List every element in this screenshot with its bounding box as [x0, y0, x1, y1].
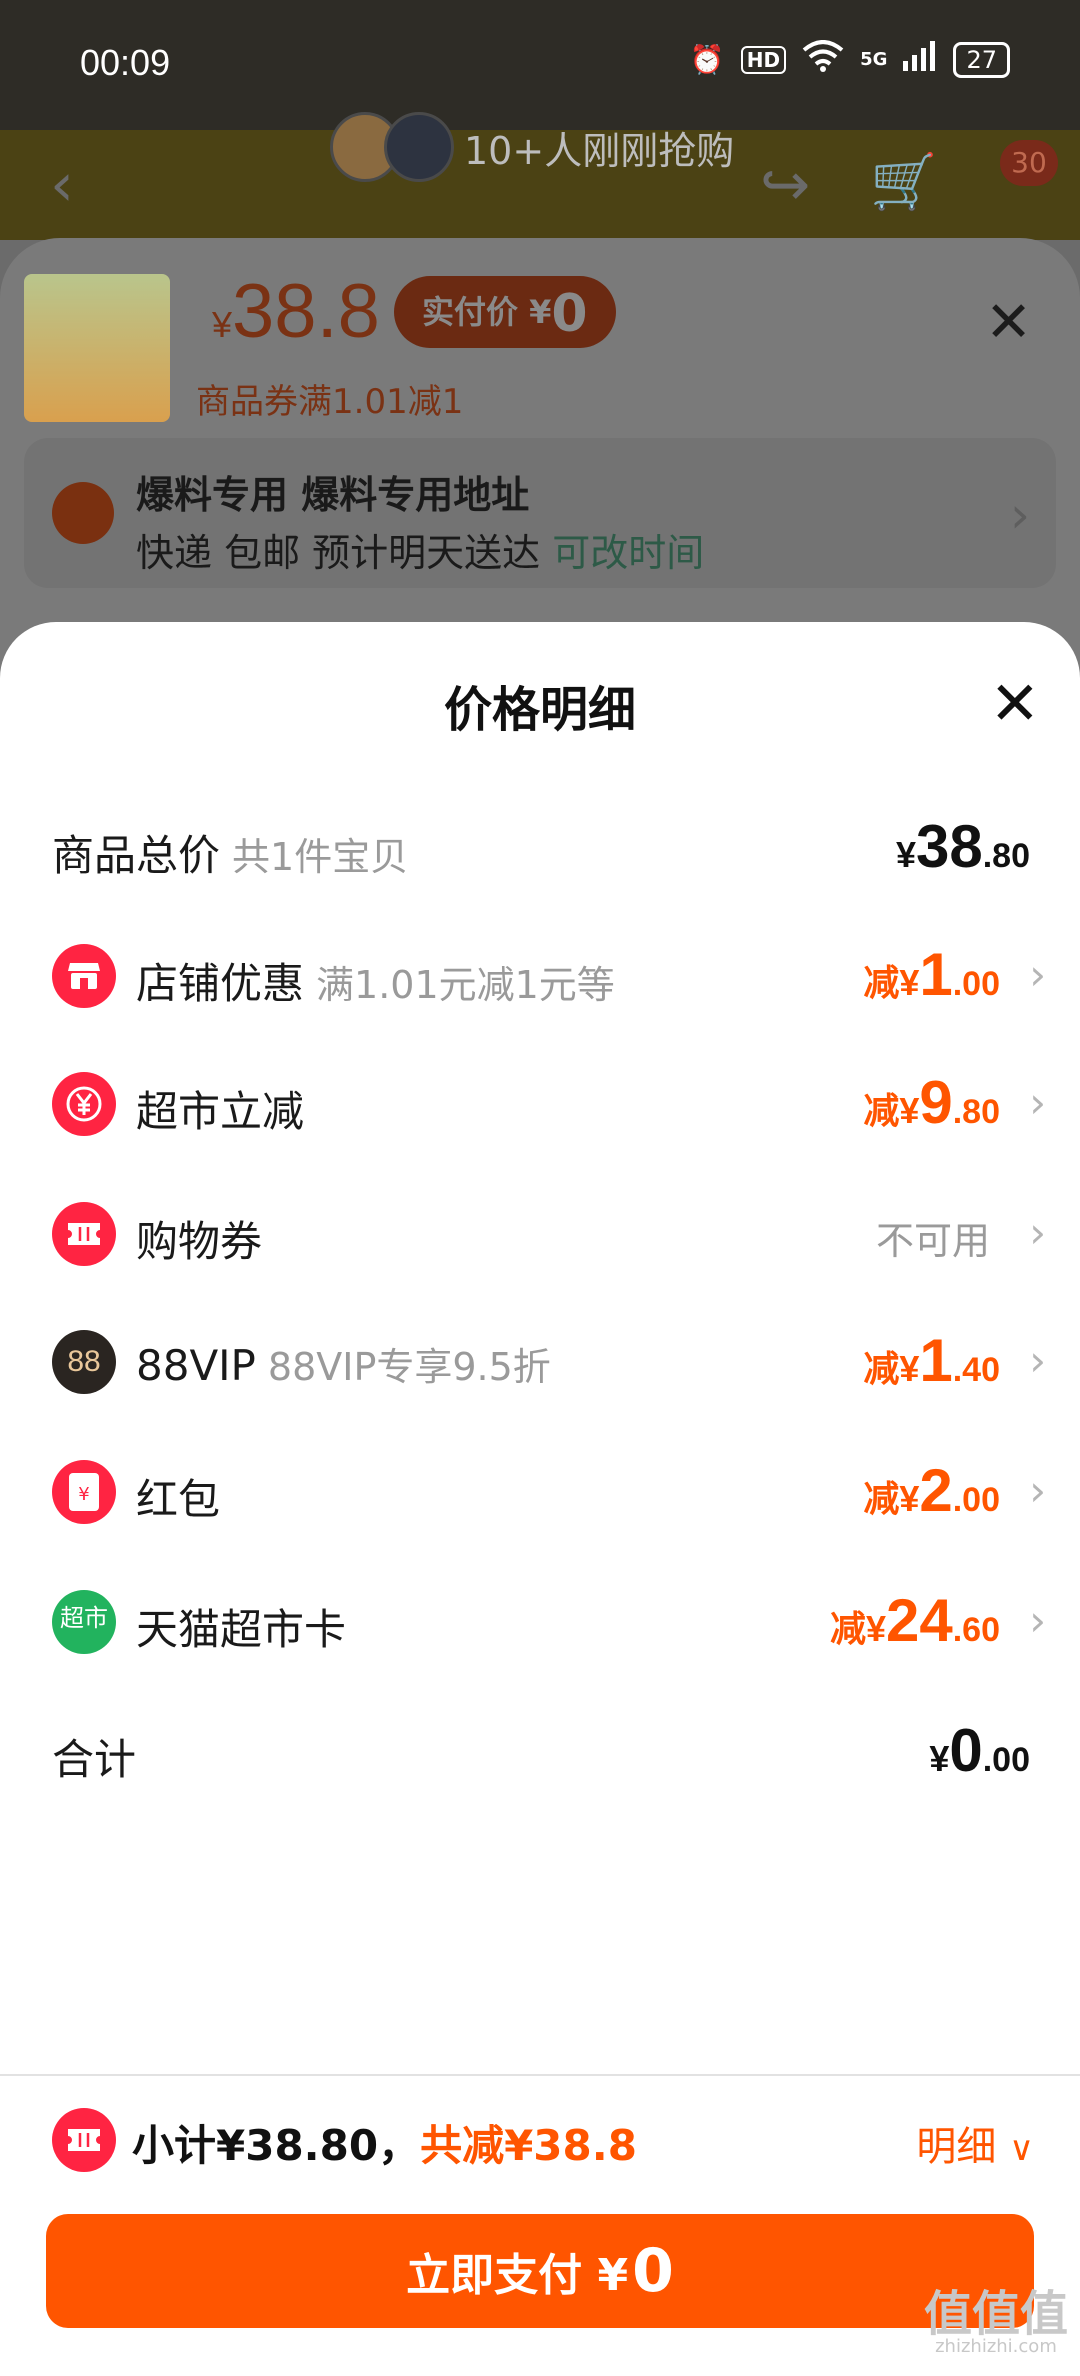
chevron-right-icon: › [1029, 1466, 1046, 1515]
product-price: ¥38.8 [212, 269, 380, 354]
cart-count-badge: 30 [1000, 140, 1058, 186]
row-amount: 减¥1.40 [863, 1327, 1000, 1394]
discount-row-shop[interactable]: 店铺优惠 满1.01元减1元等 减¥1.00 › [0, 932, 1080, 1022]
discount-row-red-packet[interactable]: ¥ 红包 减¥2.00 › [0, 1448, 1080, 1538]
status-time: 00:09 [80, 42, 171, 83]
ticket-icon [52, 1202, 116, 1266]
coupon-note: 商品券满1.01减1 [196, 382, 464, 422]
total-amount: ¥38.80 [895, 813, 1030, 880]
saved-amount: 共减¥38.8 [420, 2121, 637, 2170]
sum-row: 合计 ¥0.00 [0, 1708, 1080, 1798]
row-label: 红包 [136, 1475, 221, 1524]
sum-label: 合计 [52, 1735, 137, 1784]
row-label: 88VIP [136, 1341, 256, 1390]
product-sheet: ¥38.8 实付价 ¥0 商品券满1.01减1 ✕ 爆料专用 爆料专用地址 快递… [0, 238, 1080, 678]
row-amount: 减¥2.00 [863, 1457, 1000, 1524]
discount-row-voucher[interactable]: 购物券 不可用 › [0, 1190, 1080, 1280]
panel-title: 价格明细 [443, 682, 636, 738]
row-status: 不可用 [875, 1219, 990, 1263]
subtotal-bar: 小计¥38.80，共减¥38.8 明细 ∨ [0, 2100, 1080, 2180]
total-hint: 共1件宝贝 [232, 835, 409, 879]
bottom-divider [0, 2074, 1080, 2076]
product-thumbnail [24, 274, 170, 422]
tmall-supermarket-icon: 超市 [52, 1590, 116, 1654]
live-purchase-bubble: 10+人刚刚抢购 [330, 112, 734, 182]
panel-close-icon[interactable]: ✕ [990, 674, 1040, 734]
chevron-right-icon: › [1029, 1596, 1046, 1645]
change-time-link[interactable]: 可改时间 [552, 531, 704, 575]
discount-row-supermarket[interactable]: 超市立减 减¥9.80 › [0, 1060, 1080, 1150]
live-purchase-text: 10+人刚刚抢购 [464, 128, 735, 173]
network-label: 5G [860, 49, 888, 70]
close-icon[interactable]: ✕ [985, 290, 1032, 355]
row-amount: 减¥1.00 [863, 941, 1000, 1008]
chevron-right-icon: › [1029, 1208, 1046, 1257]
row-label: 购物券 [136, 1217, 263, 1266]
row-hint: 满1.01元减1元等 [316, 963, 615, 1007]
cart-icon[interactable]: 🛒 [870, 150, 937, 214]
red-packet-icon: ¥ [52, 1460, 116, 1524]
wifi-icon [802, 40, 844, 79]
chevron-right-icon: › [1029, 1336, 1046, 1385]
signal-icon [903, 41, 937, 78]
detail-toggle[interactable]: 明细 ∨ [916, 2114, 1034, 2172]
row-amount: 减¥9.80 [863, 1069, 1000, 1136]
discount-row-88vip[interactable]: 88 88VIP 88VIP专享9.5折 减¥1.40 › [0, 1318, 1080, 1408]
pay-now-button[interactable]: 立即支付 ¥0 [46, 2214, 1034, 2328]
status-bar: 00:09 ⏰ HD 5G 27 [0, 0, 1080, 120]
chevron-right-icon: › [1010, 486, 1030, 544]
row-amount: 减¥24.60 [829, 1587, 1000, 1654]
total-price-row: 商品总价 共1件宝贝 ¥38.80 [0, 804, 1080, 894]
sum-amount: ¥0.00 [929, 1717, 1030, 1784]
row-hint: 88VIP专享9.5折 [267, 1345, 551, 1389]
chevron-down-icon: ∨ [1009, 2129, 1034, 2169]
address-card[interactable]: 爆料专用 爆料专用地址 快递 包邮 预计明天送达 可改时间 › [24, 438, 1056, 588]
shop-icon [52, 944, 116, 1008]
alarm-icon: ⏰ [689, 43, 725, 76]
vip-88-icon: 88 [52, 1330, 116, 1394]
row-label: 店铺优惠 [136, 959, 305, 1008]
chevron-right-icon: › [1029, 1078, 1046, 1127]
address-title: 爆料专用 爆料专用地址 [136, 473, 530, 517]
chevron-right-icon: › [1029, 950, 1046, 999]
yuan-circle-icon [52, 1072, 116, 1136]
buyer-avatars [330, 112, 454, 182]
total-label: 商品总价 共1件宝贝 [52, 831, 409, 880]
row-label: 天猫超市卡 [136, 1605, 347, 1654]
delivery-info: 快递 包邮 预计明天送达 可改时间 [136, 531, 705, 575]
watermark: 值值值 zhizhizhi.com [923, 2286, 1068, 2357]
share-icon[interactable]: ↪ [760, 150, 810, 220]
row-label: 超市立减 [136, 1087, 305, 1136]
battery-indicator: 27 [953, 41, 1010, 78]
discount-row-supermarket-card[interactable]: 超市 天猫超市卡 减¥24.60 › [0, 1578, 1080, 1668]
location-pin-icon [52, 482, 114, 544]
back-icon[interactable]: ‹ [50, 150, 74, 220]
actual-pay-pill: 实付价 ¥0 [394, 276, 616, 348]
subtotal-text: 小计¥38.80，共减¥38.8 [132, 2121, 637, 2170]
hd-icon: HD [740, 45, 787, 74]
ticket-icon [52, 2108, 116, 2172]
status-icons: ⏰ HD 5G 27 [690, 40, 1010, 79]
